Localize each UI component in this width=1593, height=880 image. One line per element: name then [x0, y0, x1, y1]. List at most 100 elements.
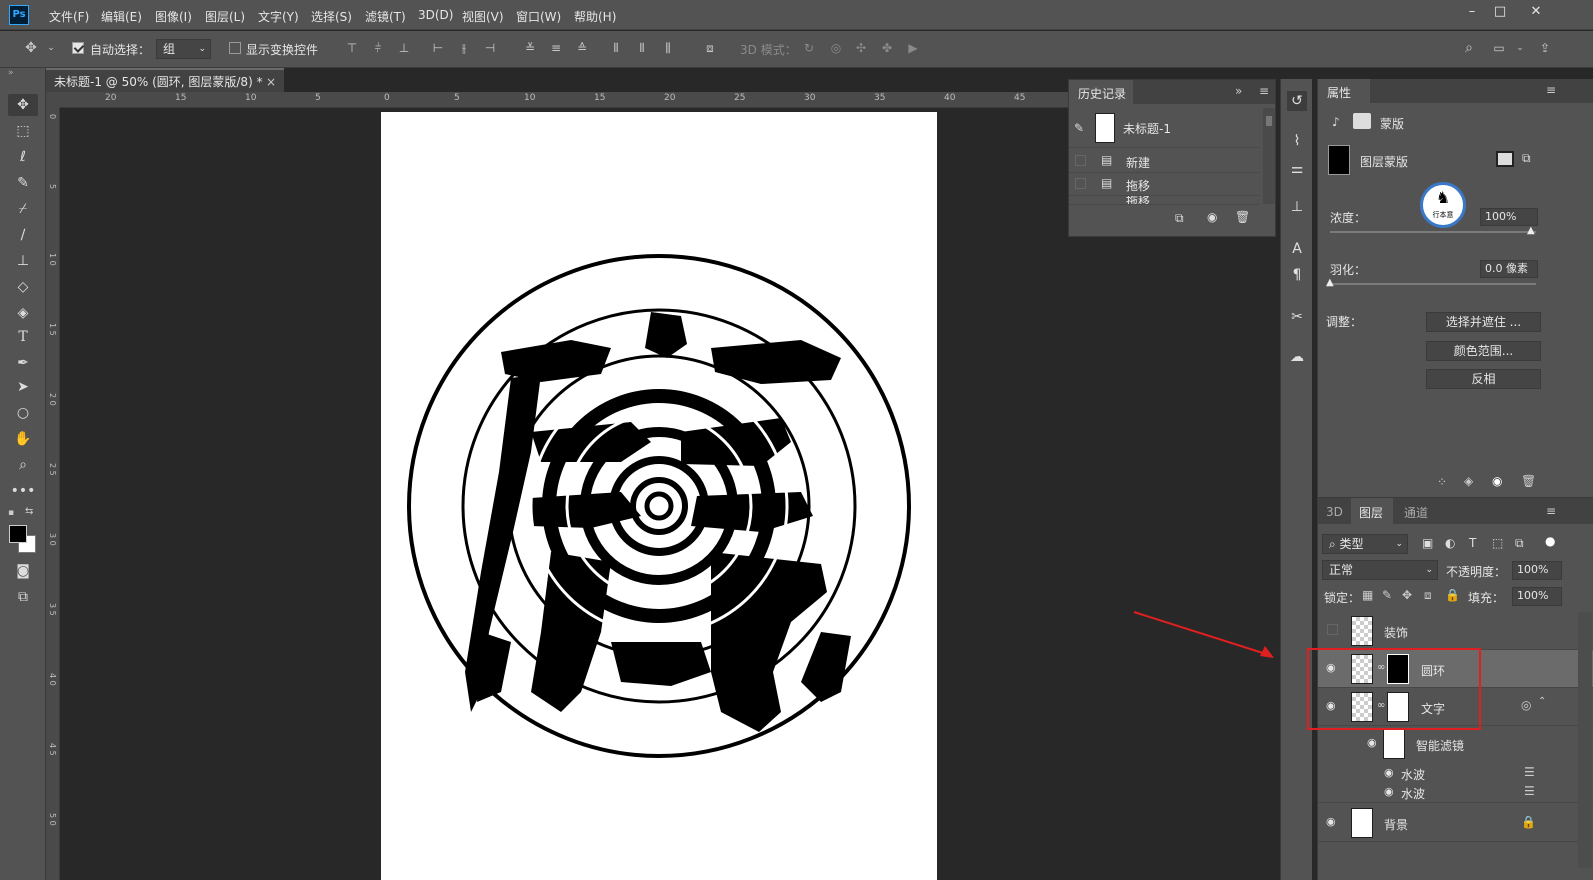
feather-input[interactable]: 0.0 像素: [1480, 260, 1538, 278]
chevron-up-icon[interactable]: ⌃: [1538, 696, 1546, 707]
chevron-down-icon[interactable]: ⌄: [1513, 41, 1527, 55]
align-left-icon[interactable]: ⊢: [431, 41, 445, 55]
swap-colors-icon[interactable]: ⇆: [25, 506, 33, 517]
fill-input[interactable]: 100%: [1512, 587, 1562, 606]
history-brush-icon[interactable]: ✎: [1074, 121, 1084, 135]
density-input[interactable]: 100%: [1480, 208, 1538, 226]
align-hcenter-icon[interactable]: ⫲: [457, 41, 471, 55]
align-bottom-icon[interactable]: ⊥: [397, 41, 411, 55]
maximize-icon[interactable]: □: [1489, 4, 1511, 24]
select-pixel-mask-icon[interactable]: [1496, 151, 1514, 167]
auto-align-icon[interactable]: ⧈: [703, 41, 717, 55]
screen-mode-icon[interactable]: ⧉: [8, 586, 38, 608]
history-item[interactable]: ▤ 新建: [1069, 150, 1259, 173]
adjustments-icon[interactable]: ⚌: [1287, 159, 1307, 179]
expand-icon[interactable]: »: [1235, 84, 1242, 98]
3d-rotate-icon[interactable]: ↻: [802, 41, 816, 55]
zoom-tool-icon[interactable]: ⌕: [8, 454, 38, 476]
paragraph-icon[interactable]: ¶: [1287, 265, 1307, 285]
filter-shape-icon[interactable]: ⬚: [1492, 536, 1503, 550]
smart-filter-mask-thumbnail[interactable]: [1383, 729, 1405, 759]
show-transform-checkbox[interactable]: [229, 42, 241, 54]
tab-channels[interactable]: 通道: [1404, 504, 1428, 521]
close-icon[interactable]: ✕: [1525, 4, 1547, 24]
more-tools-icon[interactable]: •••: [8, 480, 38, 502]
libraries-icon[interactable]: ☁: [1287, 347, 1307, 367]
filter-toggle-icon[interactable]: ●: [1545, 534, 1555, 548]
tab-3d[interactable]: 3D: [1326, 505, 1343, 519]
search-icon[interactable]: ⌕: [1462, 41, 1476, 55]
brush-tool-icon[interactable]: ∕: [8, 224, 38, 246]
menu-window[interactable]: 窗口(W): [516, 8, 561, 25]
layers-scrollbar[interactable]: [1578, 612, 1592, 868]
workspace-icon[interactable]: ▭: [1492, 41, 1506, 55]
auto-select-dropdown[interactable]: 组 ⌄: [156, 39, 211, 59]
mask-icon[interactable]: [1353, 113, 1371, 129]
history-state-checkbox[interactable]: [1075, 178, 1086, 189]
menu-3d[interactable]: 3D(D): [418, 8, 453, 22]
filter-type-icon[interactable]: T: [1469, 536, 1476, 550]
share-icon[interactable]: ⇪: [1538, 41, 1552, 55]
bucket-tool-icon[interactable]: ◈: [8, 302, 38, 324]
history-icon[interactable]: ↺: [1287, 91, 1307, 111]
distribute-right-icon[interactable]: ⫼: [661, 41, 675, 55]
auto-select-checkbox[interactable]: [72, 42, 84, 54]
lock-artboard-icon[interactable]: ⧈: [1424, 588, 1432, 603]
eye-icon[interactable]: ◉: [1492, 474, 1502, 488]
path-select-tool-icon[interactable]: ➤: [8, 376, 38, 398]
lock-position-icon[interactable]: ✥: [1402, 588, 1412, 602]
align-right-icon[interactable]: ⊣: [483, 41, 497, 55]
move-tool-icon[interactable]: ✥: [8, 94, 38, 116]
align-vcenter-icon[interactable]: ⫩: [371, 41, 385, 55]
minimize-icon[interactable]: –: [1461, 4, 1483, 24]
add-vector-mask-icon[interactable]: ⧉: [1522, 151, 1531, 166]
layer-filter-dropdown[interactable]: ⌕ 类型 ⌄: [1322, 534, 1408, 554]
eye-icon[interactable]: ◉: [1384, 766, 1394, 779]
density-slider[interactable]: [1330, 231, 1536, 233]
new-document-from-state-icon[interactable]: ⧉: [1175, 211, 1184, 226]
feather-slider[interactable]: [1330, 283, 1536, 285]
lock-all-icon[interactable]: 🔒: [1445, 588, 1460, 602]
filter-options-icon[interactable]: ☰: [1524, 765, 1535, 779]
eye-icon[interactable]: ◉: [1367, 736, 1377, 749]
marquee-tool-icon[interactable]: ⬚: [8, 120, 38, 142]
ellipse-tool-icon[interactable]: ○: [8, 402, 38, 424]
slider-handle[interactable]: ▲: [1326, 277, 1334, 288]
document-tab[interactable]: 未标题-1 @ 50% (圆环, 图层蒙版/8) * ×: [46, 68, 284, 92]
history-snapshot[interactable]: ✎ 未标题-1: [1069, 108, 1259, 148]
distribute-bottom-icon[interactable]: ≙: [575, 41, 589, 55]
eyedropper-tool-icon[interactable]: ⌿: [8, 198, 38, 220]
filter-options-icon[interactable]: ☰: [1524, 784, 1535, 798]
3d-drag-icon[interactable]: ✣: [854, 41, 868, 55]
3d-slide-icon[interactable]: ✤: [880, 41, 894, 55]
move-tool-icon[interactable]: ✥: [24, 41, 38, 55]
tab-layers[interactable]: 图层: [1359, 504, 1383, 521]
clone-source-icon[interactable]: ⊥: [1287, 197, 1307, 217]
stamp-tool-icon[interactable]: ⊥: [8, 250, 38, 272]
lasso-tool-icon[interactable]: ℓ: [8, 146, 38, 168]
filter-smart-object-icon[interactable]: ⧉: [1515, 536, 1524, 551]
properties-title[interactable]: 属性: [1327, 84, 1351, 101]
panel-menu-icon[interactable]: ≡: [1546, 83, 1556, 97]
invert-button[interactable]: 反相: [1426, 369, 1541, 389]
lock-transparent-icon[interactable]: ▦: [1362, 588, 1373, 602]
history-item[interactable]: ▤ 拖移: [1069, 173, 1259, 196]
layer-row[interactable]: ◉ 背景 🔒: [1318, 804, 1593, 842]
menu-view[interactable]: 视图(V): [462, 8, 504, 25]
distribute-vcenter-icon[interactable]: ≡: [549, 41, 563, 55]
layer-row[interactable]: ◉ 水波 ☰: [1318, 764, 1593, 783]
distribute-top-icon[interactable]: ≚: [523, 41, 537, 55]
quick-mask-icon[interactable]: ◙: [8, 560, 38, 582]
menu-edit[interactable]: 编辑(E): [101, 8, 142, 25]
default-colors-icon[interactable]: ▪: [8, 508, 14, 518]
foreground-color-swatch[interactable]: [9, 525, 27, 543]
pen-tool-icon[interactable]: ✒: [8, 352, 38, 374]
hand-tool-icon[interactable]: ✋: [8, 428, 38, 450]
layer-row[interactable]: ◉ 智能滤镜: [1318, 726, 1593, 762]
lock-pixels-icon[interactable]: ✎: [1382, 588, 1392, 602]
quick-select-tool-icon[interactable]: ✎: [8, 172, 38, 194]
menu-filter[interactable]: 滤镜(T): [365, 8, 406, 25]
smart-filter-icon[interactable]: ◎: [1521, 698, 1531, 712]
close-tab-icon[interactable]: ×: [266, 70, 276, 94]
chevron-down-icon[interactable]: ⌄: [44, 41, 58, 55]
